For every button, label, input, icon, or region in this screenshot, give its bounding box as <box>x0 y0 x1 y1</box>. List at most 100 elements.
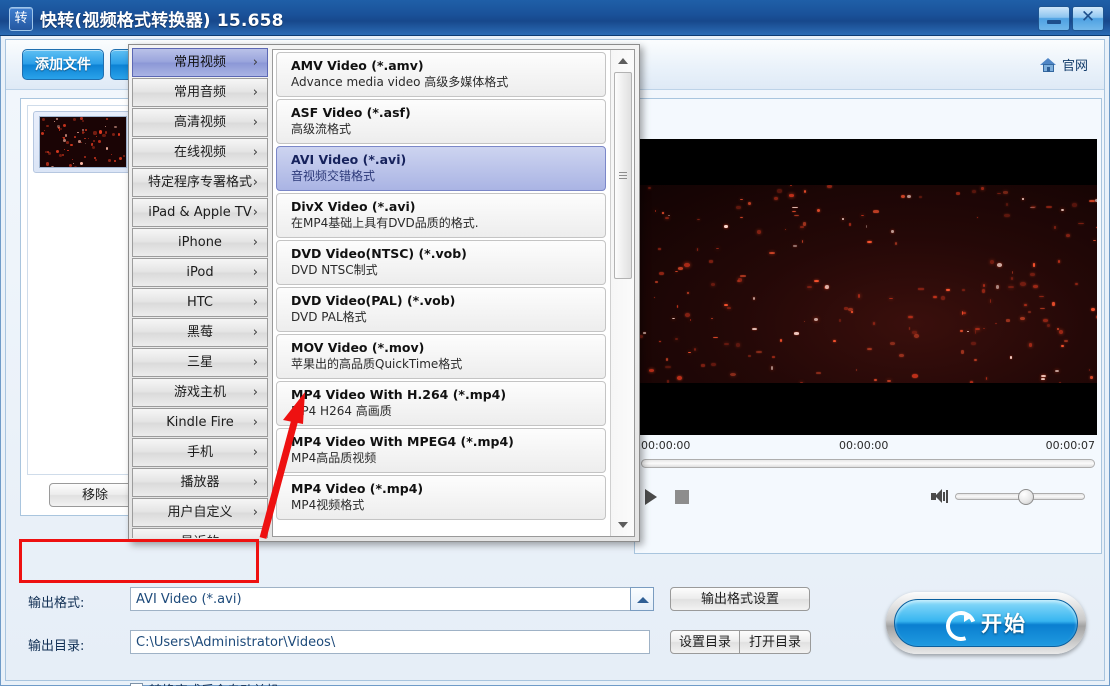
menu-category-item[interactable]: 在线视频› <box>132 138 268 167</box>
video-frame <box>639 185 1097 383</box>
home-icon <box>1040 57 1057 73</box>
chevron-right-icon: › <box>253 139 258 167</box>
stop-icon[interactable] <box>675 490 689 504</box>
format-description: Advance media video 高级多媒体格式 <box>291 74 605 90</box>
menu-category-label: 播放器 <box>180 475 219 490</box>
time-total: 00:00:07 <box>1046 439 1095 452</box>
menu-category-item[interactable]: 播放器 › <box>132 468 268 497</box>
scrollbar-thumb[interactable] <box>614 72 632 279</box>
window-controls: ✕ <box>1038 6 1104 31</box>
output-dir-field[interactable]: C:\Users\Administrator\Videos\ <box>130 630 650 654</box>
menu-category-item[interactable]: 用户自定义 › <box>132 498 268 527</box>
scroll-up-button[interactable] <box>613 52 633 70</box>
menu-category-label: Kindle Fire <box>166 415 234 430</box>
seek-slider[interactable] <box>641 459 1095 468</box>
menu-category-label: 用户自定义 <box>167 505 232 520</box>
output-format-label: 输出格式: <box>28 592 84 611</box>
set-dir-button[interactable]: 设置目录 <box>670 630 740 654</box>
format-item-list[interactable]: AMV Video (*.amv)Advance media video 高级多… <box>273 50 609 536</box>
refresh-icon <box>945 610 971 636</box>
minimize-button[interactable] <box>1038 6 1070 31</box>
format-description: MP4视频格式 <box>291 497 605 513</box>
menu-category-item[interactable]: 高清视频› <box>132 108 268 137</box>
auto-shutdown-checkbox[interactable]: 转换完成后会自动关机 <box>130 680 279 686</box>
format-title: MP4 Video (*.mp4) <box>291 480 605 497</box>
menu-category-item[interactable]: iPhone› <box>132 228 268 257</box>
volume-icon[interactable] <box>931 489 947 504</box>
output-dir-label: 输出目录: <box>28 635 84 654</box>
format-list-item[interactable]: MP4 Video With MPEG4 (*.mp4)MP4高品质视频 <box>276 428 606 473</box>
format-list-item[interactable]: DivX Video (*.avi)在MP4基础上具有DVD品质的格式. <box>276 193 606 238</box>
format-settings-button[interactable]: 输出格式设置 <box>670 587 810 611</box>
time-row: 00:00:00 00:00:00 00:00:07 <box>639 439 1097 455</box>
close-button[interactable]: ✕ <box>1072 6 1104 31</box>
chevron-right-icon: › <box>253 319 258 347</box>
menu-category-item[interactable]: 游戏主机› <box>132 378 268 407</box>
format-list-item[interactable]: AMV Video (*.amv)Advance media video 高级多… <box>276 52 606 97</box>
app-window: 转 快转(视频格式转换器) 15.658 ✕ 添加文件 官网 <box>0 0 1110 686</box>
menu-category-item[interactable]: 常用音频› <box>132 78 268 107</box>
start-button[interactable]: 开始 <box>886 592 1086 654</box>
player-controls <box>635 481 1101 521</box>
format-description: MP4 H264 高画质 <box>291 403 605 419</box>
chevron-right-icon: › <box>253 439 258 467</box>
format-description: MP4高品质视频 <box>291 450 605 466</box>
chevron-right-icon: › <box>253 259 258 287</box>
format-item-panel: AMV Video (*.amv)Advance media video 高级多… <box>272 49 635 537</box>
scroll-down-button[interactable] <box>613 516 633 534</box>
format-list-item[interactable]: MOV Video (*.mov)苹果出的高品质QuickTime格式 <box>276 334 606 379</box>
format-title: MP4 Video With H.264 (*.mp4) <box>291 386 605 403</box>
format-popup-menu: 常用视频›常用音频›高清视频›在线视频›特定程序专署格式›iPad & Appl… <box>128 44 640 542</box>
open-dir-button[interactable]: 打开目录 <box>739 630 811 654</box>
format-list-item[interactable]: AVI Video (*.avi)音视频交错格式 <box>276 146 606 191</box>
letterbox-top <box>639 139 1097 185</box>
format-category-list: 常用视频›常用音频›高清视频›在线视频›特定程序专署格式›iPad & Appl… <box>132 48 268 538</box>
format-list-item[interactable]: MP4 Video (*.mp4)MP4视频格式 <box>276 475 606 520</box>
menu-category-item[interactable]: iPod› <box>132 258 268 287</box>
video-preview[interactable] <box>639 139 1097 435</box>
menu-category-item[interactable]: Kindle Fire › <box>132 408 268 437</box>
add-file-button[interactable]: 添加文件 <box>22 49 104 80</box>
chevron-right-icon: › <box>253 49 258 77</box>
menu-category-item[interactable]: iPad & Apple TV› <box>132 198 268 227</box>
chevron-right-icon: › <box>253 109 258 137</box>
start-button-inner: 开始 <box>894 599 1078 647</box>
menu-category-item[interactable]: 特定程序专署格式› <box>132 168 268 197</box>
menu-category-label: 游戏主机 <box>174 385 226 400</box>
play-icon[interactable] <box>645 489 657 505</box>
menu-category-label: 特定程序专署格式 <box>148 175 252 190</box>
output-format-field[interactable]: AVI Video (*.avi) <box>130 587 650 611</box>
format-list-item[interactable]: DVD Video(PAL) (*.vob)DVD PAL格式 <box>276 287 606 332</box>
chevron-right-icon: › <box>253 499 258 527</box>
output-format-dropdown-button[interactable] <box>630 587 654 611</box>
video-thumbnail <box>39 116 127 168</box>
menu-category-label: 最近的 <box>180 535 219 538</box>
volume-knob[interactable] <box>1018 489 1034 505</box>
menu-category-item[interactable]: 常用视频 › <box>132 48 268 77</box>
format-list-item[interactable]: MP4 Video With H.264 (*.mp4)MP4 H264 高画质 <box>276 381 606 426</box>
time-start: 00:00:00 <box>641 439 690 452</box>
start-button-label: 开始 <box>981 608 1027 638</box>
chevron-right-icon: › <box>253 349 258 377</box>
menu-category-item[interactable]: HTC› <box>132 288 268 317</box>
official-site-label: 官网 <box>1062 55 1088 74</box>
menu-category-label: 常用视频 <box>174 55 226 70</box>
menu-category-item[interactable]: 黑莓 › <box>132 318 268 347</box>
format-list-scrollbar[interactable] <box>610 50 634 536</box>
menu-category-label: 黑莓 <box>187 325 213 340</box>
format-list-item[interactable]: DVD Video(NTSC) (*.vob)DVD NTSC制式 <box>276 240 606 285</box>
format-description: DVD NTSC制式 <box>291 262 605 278</box>
official-site-link[interactable]: 官网 <box>1040 55 1088 74</box>
menu-category-label: iPhone <box>178 235 222 250</box>
window-title: 快转(视频格式转换器) 15.658 <box>40 6 284 31</box>
format-title: DVD Video(NTSC) (*.vob) <box>291 245 605 262</box>
chevron-right-icon: › <box>253 79 258 107</box>
menu-category-item[interactable]: 三星› <box>132 348 268 377</box>
chevron-right-icon: › <box>253 409 258 437</box>
format-list-item[interactable]: ASF Video (*.asf)高级流格式 <box>276 99 606 144</box>
menu-category-item[interactable]: 最近的› <box>132 528 268 538</box>
menu-category-label: 手机 <box>187 445 213 460</box>
minimize-icon <box>1047 20 1061 24</box>
menu-category-item[interactable]: 手机 › <box>132 438 268 467</box>
chevron-right-icon: › <box>253 469 258 497</box>
